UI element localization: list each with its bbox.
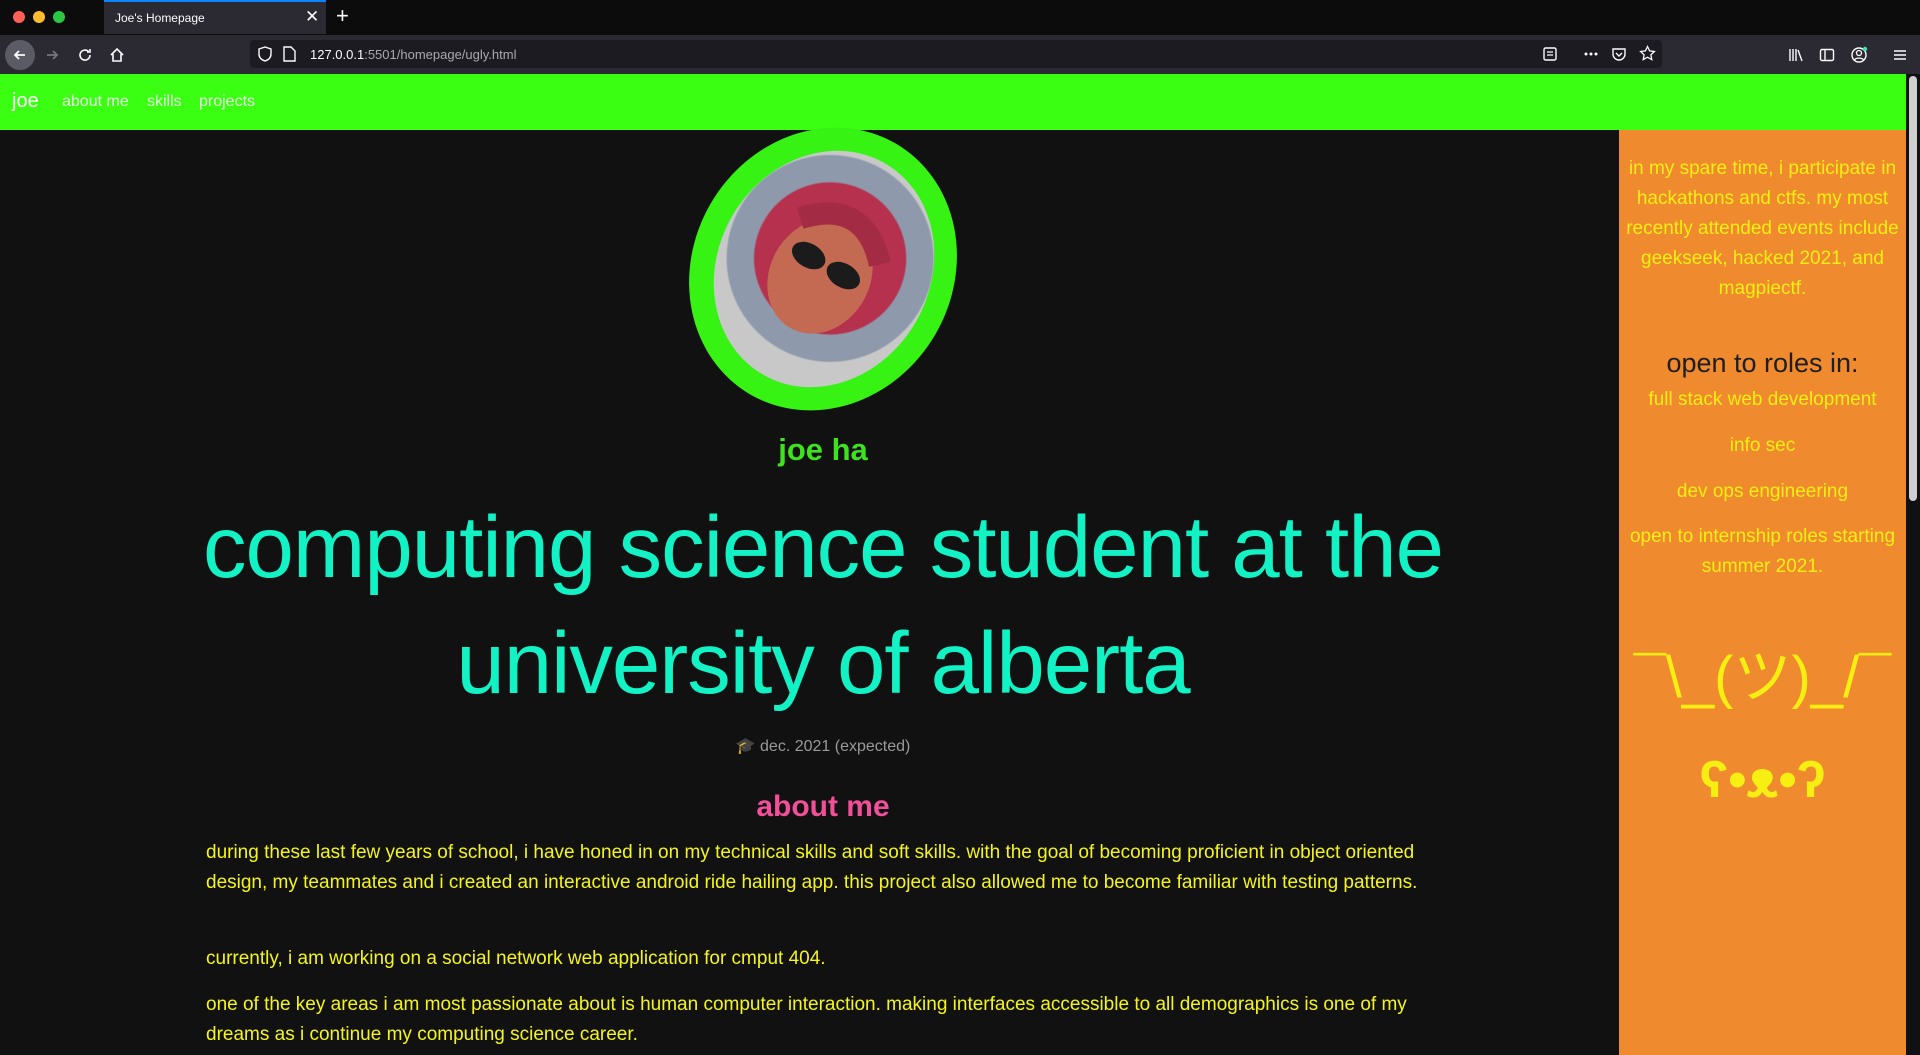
url-text[interactable]: 127.0.0.1:5501/homepage/ugly.html	[310, 47, 516, 62]
spare-time-text: in my spare time, i participate in hacka…	[1626, 158, 1899, 299]
back-icon[interactable]	[5, 40, 35, 70]
new-tab-icon[interactable]: +	[336, 4, 349, 28]
close-tab-icon[interactable]: ✕	[305, 8, 319, 26]
library-icon[interactable]	[1782, 41, 1810, 69]
bookmark-star-icon[interactable]	[1639, 44, 1656, 67]
site-navbar: joe about me skills projects	[0, 74, 1906, 130]
page-actions-icon[interactable]	[1583, 46, 1599, 67]
maximize-window-icon[interactable]	[53, 11, 65, 23]
reload-icon[interactable]	[71, 41, 99, 69]
page-info-icon[interactable]	[283, 46, 296, 67]
reader-view-icon[interactable]	[1542, 46, 1558, 67]
about-paragraph: currently, i am working on a social netw…	[206, 948, 826, 969]
menu-icon[interactable]	[1886, 41, 1914, 69]
about-paragraph: one of the key areas i am most passionat…	[206, 994, 1407, 1045]
tab-title: Joe's Homepage	[115, 11, 205, 25]
sidebar-toggle-icon[interactable]	[1813, 41, 1841, 69]
close-window-icon[interactable]	[13, 11, 25, 23]
pocket-icon[interactable]	[1611, 46, 1627, 67]
site-brand-link[interactable]: joe	[12, 90, 39, 113]
shrug-emoticon: ¯\_(ツ)_/¯	[1633, 645, 1892, 710]
browser-toolbar: 127.0.0.1:5501/homepage/ugly.html	[0, 35, 1920, 74]
graduation-date: 🎓 dec. 2021 (expected)	[735, 738, 911, 755]
account-icon[interactable]	[1845, 41, 1873, 69]
nav-link-skills[interactable]: skills	[147, 93, 182, 111]
url-bar[interactable]: 127.0.0.1:5501/homepage/ugly.html	[250, 40, 1662, 68]
minimize-window-icon[interactable]	[33, 11, 45, 23]
profile-headline: computing science student at the univers…	[203, 499, 1444, 712]
nav-link-projects[interactable]: projects	[199, 93, 255, 111]
forward-icon[interactable]	[38, 41, 66, 69]
nav-link-about-me[interactable]: about me	[62, 93, 129, 111]
browser-tab[interactable]: Joe's Homepage ✕	[104, 0, 326, 34]
home-icon[interactable]	[103, 41, 131, 69]
about-paragraph: during these last few years of school, i…	[206, 842, 1418, 893]
about-heading: about me	[756, 790, 890, 823]
role-item: full stack web development	[1648, 389, 1877, 410]
role-item: open to internship roles starting summer…	[1629, 526, 1896, 577]
role-item: info sec	[1729, 435, 1796, 456]
tracking-shield-icon[interactable]	[258, 46, 272, 67]
page-scrollbar[interactable]	[1906, 74, 1920, 1055]
roles-heading: open to roles in:	[1666, 348, 1859, 378]
role-item: dev ops engineering	[1676, 481, 1849, 502]
scrollbar-thumb[interactable]	[1909, 76, 1917, 501]
browser-tab-bar: Joe's Homepage ✕ +	[0, 0, 1920, 35]
bear-emoticon: ʕ•ᴥ•ʔ	[1699, 751, 1826, 809]
profile-name: joe ha	[778, 432, 868, 467]
sidebar: in my spare time, i participate in hacka…	[1619, 130, 1906, 1055]
